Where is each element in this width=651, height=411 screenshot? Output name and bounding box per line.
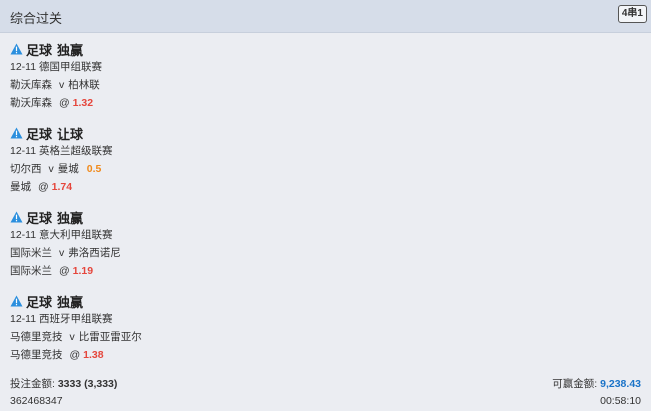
odds-value: 1.38 [83, 349, 104, 361]
away-team: 柏林联 [68, 79, 100, 91]
vs-label: v [48, 163, 54, 175]
bet-title: 足球 独赢 [10, 208, 630, 226]
page-title: 综合过关 [10, 11, 63, 26]
odds-value: 1.74 [51, 181, 73, 193]
bet-market: 独赢 [57, 210, 84, 226]
stake-value: 3333 (3,333) [57, 378, 118, 390]
bet-date-league: 12-11 英格兰超级联赛 [10, 145, 113, 157]
bet-matchup: 马德里竞技 v 比雷亚雷亚尔 [10, 328, 630, 346]
bet-market: 独赢 [57, 294, 84, 310]
bet-item: 足球 独赢 12-11 意大利甲组联赛 国际米兰 v 弗洛西诺尼 国际米兰 @1.19 [10, 208, 630, 280]
home-team: 国际米兰 [10, 247, 52, 259]
bet-date-league: 12-11 德国甲组联赛 [10, 61, 102, 73]
selection-team: 马德里竞技 [10, 349, 63, 361]
warning-icon [10, 127, 23, 139]
vs-label: v [59, 247, 65, 259]
selection-team: 曼城 [10, 181, 31, 193]
warning-icon [10, 43, 23, 55]
bet-matchup: 切尔西 v 曼城 0.5 [10, 160, 630, 178]
vs-label: v [69, 331, 75, 343]
handicap-value: 0.5 [86, 163, 102, 175]
home-team: 切尔西 [10, 163, 42, 175]
win-info: 可赢金额: 9,238.43 [552, 376, 641, 391]
win-label: 可赢金额: [552, 378, 598, 390]
bet-selection: 国际米兰 @1.19 [10, 262, 630, 280]
bet-title: 足球 独赢 [10, 40, 630, 58]
bet-market: 独赢 [57, 42, 84, 58]
warning-icon [10, 295, 23, 307]
odds-value: 1.32 [72, 97, 94, 109]
at-label: @ [69, 349, 81, 361]
bet-selection: 曼城 @1.74 [10, 178, 630, 196]
stake-summary: 投注金额: 3333 (3,333) 可赢金额: 9,238.43 [10, 376, 641, 391]
parlay-badge: 4串1 [617, 5, 647, 23]
bet-title: 足球 独赢 [10, 292, 630, 310]
home-team: 勒沃库森 [10, 79, 52, 91]
bet-market: 让球 [57, 126, 84, 142]
stake-label: 投注金额: [10, 378, 55, 390]
at-label: @ [59, 265, 70, 277]
bet-matchup: 勒沃库森 v 柏林联 [10, 76, 630, 94]
warning-icon [10, 211, 23, 223]
bet-matchup: 国际米兰 v 弗洛西诺尼 [10, 244, 630, 262]
at-label: @ [59, 97, 70, 109]
win-value: 9,238.43 [600, 378, 641, 390]
bet-selection: 马德里竞技 @1.38 [10, 346, 630, 364]
bet-item: 足球 独赢 12-11 西班牙甲组联赛 马德里竞技 v 比雷亚雷亚尔 马德里竞技 @1… [10, 292, 630, 364]
bet-sport: 足球 [26, 294, 53, 310]
bet-sport: 足球 [26, 126, 53, 142]
home-team: 马德里竞技 [10, 331, 63, 343]
stake-info: 投注金额: 3333 (3,333) [10, 376, 117, 391]
bet-title: 足球 让球 [10, 124, 630, 142]
ticket-id: 362468347 [10, 395, 63, 407]
at-label: @ [38, 181, 49, 193]
selection-team: 勒沃库森 [10, 97, 52, 109]
selection-team: 国际米兰 [10, 265, 52, 277]
ticket-info: 362468347 00:58:10 [10, 395, 641, 407]
bet-item: 足球 让球 12-11 英格兰超级联赛 切尔西 v 曼城 0.5 曼城 @1.74 [10, 124, 630, 196]
bet-selection: 勒沃库森 @1.32 [10, 94, 630, 112]
header-bar: 综合过关 4串1 [0, 0, 651, 33]
bet-date-league: 12-11 意大利甲组联赛 [10, 229, 113, 241]
away-team: 曼城 [57, 163, 79, 175]
bet-sport: 足球 [26, 210, 53, 226]
bet-sport: 足球 [26, 42, 53, 58]
odds-value: 1.19 [72, 265, 94, 277]
vs-label: v [59, 79, 65, 91]
ticket-time: 00:58:10 [600, 395, 641, 407]
bet-date-league: 12-11 西班牙甲组联赛 [10, 313, 113, 325]
away-team: 比雷亚雷亚尔 [78, 331, 142, 343]
away-team: 弗洛西诺尼 [68, 247, 121, 259]
bet-item: 足球 独赢 12-11 德国甲组联赛 勒沃库森 v 柏林联 勒沃库森 @1.32 [10, 40, 630, 112]
